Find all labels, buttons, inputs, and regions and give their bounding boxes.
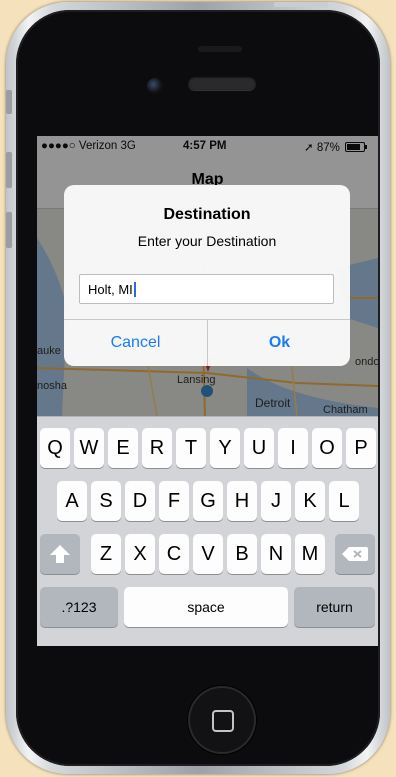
key-m[interactable]: M (295, 534, 325, 574)
key-p[interactable]: P (346, 428, 376, 468)
key-n[interactable]: N (261, 534, 291, 574)
key-c[interactable]: C (159, 534, 189, 574)
key-o[interactable]: O (312, 428, 342, 468)
key-r[interactable]: R (142, 428, 172, 468)
return-key[interactable]: return (294, 587, 375, 627)
space-key[interactable]: space (124, 587, 288, 627)
key-h[interactable]: H (227, 481, 257, 521)
key-x[interactable]: X (125, 534, 155, 574)
key-e[interactable]: E (108, 428, 138, 468)
key-w[interactable]: W (74, 428, 104, 468)
home-button[interactable] (188, 686, 256, 754)
power-button (274, 2, 328, 7)
volume-up-button (6, 152, 12, 188)
key-l[interactable]: L (329, 481, 359, 521)
speaker-grille (188, 76, 256, 90)
key-y[interactable]: Y (210, 428, 240, 468)
key-b[interactable]: B (227, 534, 257, 574)
ok-button[interactable]: Ok (208, 319, 350, 366)
text-cursor (133, 282, 136, 297)
cancel-button[interactable]: Cancel (64, 319, 207, 366)
key-i[interactable]: I (278, 428, 308, 468)
key-a[interactable]: A (57, 481, 87, 521)
key-q[interactable]: Q (40, 428, 70, 468)
delete-key[interactable] (335, 534, 375, 574)
destination-input[interactable]: Holt, MI (79, 274, 334, 304)
key-u[interactable]: U (244, 428, 274, 468)
key-z[interactable]: Z (91, 534, 121, 574)
destination-alert: Destination Enter your Destination Holt,… (64, 185, 350, 366)
alert-title: Destination (163, 206, 251, 223)
key-j[interactable]: J (261, 481, 291, 521)
mute-switch (6, 90, 12, 114)
front-camera-icon (147, 78, 163, 94)
key-s[interactable]: S (91, 481, 121, 521)
earpiece-grille (198, 46, 242, 52)
phone-screen: auke nosha Lansing Detroit Chatham ondo … (37, 136, 378, 646)
shift-key[interactable] (40, 534, 80, 574)
key-t[interactable]: T (176, 428, 206, 468)
key-v[interactable]: V (193, 534, 223, 574)
alert-message: Enter your Destination (137, 233, 277, 249)
volume-down-button (6, 212, 12, 248)
key-d[interactable]: D (125, 481, 155, 521)
key-f[interactable]: F (159, 481, 189, 521)
home-square-icon (212, 710, 234, 732)
shift-arrow-icon (50, 545, 70, 563)
keyboard: Q W E R T Y U I O P A S D F G H J K L Z … (37, 416, 378, 646)
key-g[interactable]: G (193, 481, 223, 521)
destination-input-value: Holt, MI (88, 282, 133, 297)
key-k[interactable]: K (295, 481, 325, 521)
numbers-key[interactable]: .?123 (40, 587, 118, 627)
backspace-icon (342, 547, 368, 561)
